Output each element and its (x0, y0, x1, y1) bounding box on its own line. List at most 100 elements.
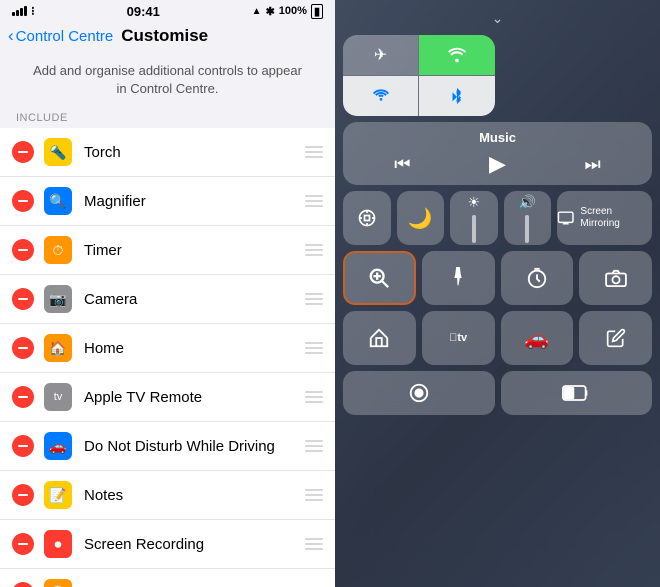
drag-handle[interactable] (305, 489, 323, 501)
volume-slider[interactable]: 🔊 (504, 191, 552, 245)
remove-magnifier-button[interactable] (12, 190, 34, 212)
battery-icon: ▮ (311, 4, 323, 19)
gps-icon: ▲ (252, 6, 262, 17)
list-item: ⏺ Screen Recording (0, 520, 335, 569)
bluetooth-icon: ✱ (266, 5, 275, 18)
list-item: 📷 Camera (0, 275, 335, 324)
list-item: 🚗 Do Not Disturb While Driving (0, 422, 335, 471)
status-right: ▲ ✱ 100% ▮ (252, 4, 323, 19)
prev-track-button[interactable]: ⏮ (394, 154, 410, 175)
play-button[interactable]: ▶ (489, 151, 506, 177)
connectivity-block: ✈ (343, 35, 495, 116)
screen-recording-label: Screen Recording (84, 536, 305, 553)
row1: ✈ Music ⏮ ▶ ⏭ (343, 35, 652, 185)
time-display: 09:41 (127, 4, 160, 19)
row4: tv 🚗 (343, 311, 652, 365)
right-panel: ⌄ ✈ Music ⏮ ▶ (335, 0, 660, 587)
orientation-lock-button[interactable] (343, 191, 391, 245)
magnifier-cc-button[interactable] (343, 251, 416, 305)
back-chevron-icon: ‹ (8, 26, 14, 46)
timer-icon: ⏱ (44, 236, 72, 264)
list-item: 🔦 Torch (0, 128, 335, 177)
torch-icon: 🔦 (44, 138, 72, 166)
list-item: ⏱ Timer (0, 226, 335, 275)
row3 (343, 251, 652, 305)
home-cc-button[interactable] (343, 311, 416, 365)
remove-timer-button[interactable] (12, 239, 34, 261)
remove-screen-rec-button[interactable] (12, 533, 34, 555)
back-label[interactable]: Control Centre (16, 28, 114, 45)
list-item: 📝 Notes (0, 471, 335, 520)
next-track-button[interactable]: ⏭ (584, 154, 600, 175)
camera-label: Camera (84, 291, 305, 308)
signal-icon (12, 6, 27, 16)
remove-notes-button[interactable] (12, 484, 34, 506)
home-icon: 🏠 (44, 334, 72, 362)
drag-handle[interactable] (305, 440, 323, 452)
status-left: ⁝ (12, 4, 35, 18)
music-controls: ⏮ ▶ ⏭ (355, 151, 640, 177)
left-panel: ⁝ 09:41 ▲ ✱ 100% ▮ ‹ Control Centre Cust… (0, 0, 335, 587)
drag-handle[interactable] (305, 293, 323, 305)
list-item: 🏠 Home (0, 324, 335, 373)
battery-label: 100% (279, 5, 307, 17)
screen-rec-cc-button[interactable] (343, 371, 495, 415)
music-block: Music ⏮ ▶ ⏭ (343, 122, 652, 185)
nav-bar: ‹ Control Centre Customise (0, 22, 335, 52)
dnd-driving-label: Do Not Disturb While Driving (84, 438, 305, 455)
low-power-cc-button[interactable] (501, 371, 653, 415)
home-label: Home (84, 340, 305, 357)
remove-appletv-button[interactable] (12, 386, 34, 408)
screen-mirroring-button[interactable]: Screen Mirroring (557, 191, 652, 245)
magnifier-label: Magnifier (84, 193, 305, 210)
torch-label: Torch (84, 144, 305, 161)
torch-cc-button[interactable] (422, 251, 495, 305)
chevron-down-icon: ⌄ (492, 10, 504, 27)
low-power-icon: 🔋 (44, 579, 72, 587)
edit-cc-button[interactable] (579, 311, 652, 365)
page-title: Customise (121, 26, 208, 46)
include-list: 🔦 Torch 🔍 Magnifier ⏱ Timer 📷 Camera (0, 128, 335, 587)
drag-handle[interactable] (305, 391, 323, 403)
list-item: 🔍 Magnifier (0, 177, 335, 226)
screen-recording-icon: ⏺ (44, 530, 72, 558)
appletv-label: Apple TV Remote (84, 389, 305, 406)
notes-label: Notes (84, 487, 305, 504)
back-button[interactable]: ‹ Control Centre (8, 26, 113, 46)
airplane-mode-button[interactable]: ✈ (343, 35, 418, 75)
magnifier-icon: 🔍 (44, 187, 72, 215)
drag-handle[interactable] (305, 146, 323, 158)
brightness-slider[interactable]: ☀ (450, 191, 498, 245)
wifi-toggle-button[interactable] (419, 35, 494, 75)
remove-low-power-button[interactable] (12, 582, 34, 587)
timer-cc-button[interactable] (501, 251, 574, 305)
appletv-icon: tv (44, 383, 72, 411)
do-not-disturb-button[interactable]: 🌙 (397, 191, 445, 245)
control-centre-content: ⌄ ✈ Music ⏮ ▶ (335, 0, 660, 587)
drag-handle[interactable] (305, 342, 323, 354)
description-text: Add and organise additional controls to … (0, 52, 335, 106)
car-cc-button[interactable]: 🚗 (501, 311, 574, 365)
bluetooth-toggle-button[interactable] (419, 76, 494, 116)
drag-handle[interactable] (305, 195, 323, 207)
wifi-button2[interactable] (343, 76, 418, 116)
remove-camera-button[interactable] (12, 288, 34, 310)
drag-handle[interactable] (305, 244, 323, 256)
list-item: tv Apple TV Remote (0, 373, 335, 422)
list-item: 🔋 Low Power Mode (0, 569, 335, 587)
camera-cc-button[interactable] (579, 251, 652, 305)
music-title: Music (355, 130, 640, 145)
camera-icon: 📷 (44, 285, 72, 313)
remove-home-button[interactable] (12, 337, 34, 359)
status-bar: ⁝ 09:41 ▲ ✱ 100% ▮ (0, 0, 335, 22)
section-label: INCLUDE (0, 106, 335, 128)
apple-tv-cc-button[interactable]: tv (422, 311, 495, 365)
remove-torch-button[interactable] (12, 141, 34, 163)
timer-label: Timer (84, 242, 305, 259)
remove-dnd-driving-button[interactable] (12, 435, 34, 457)
drag-handle[interactable] (305, 538, 323, 550)
wifi-icon: ⁝ (31, 4, 35, 18)
notes-icon: 📝 (44, 481, 72, 509)
dnd-driving-icon: 🚗 (44, 432, 72, 460)
row5 (343, 371, 652, 415)
